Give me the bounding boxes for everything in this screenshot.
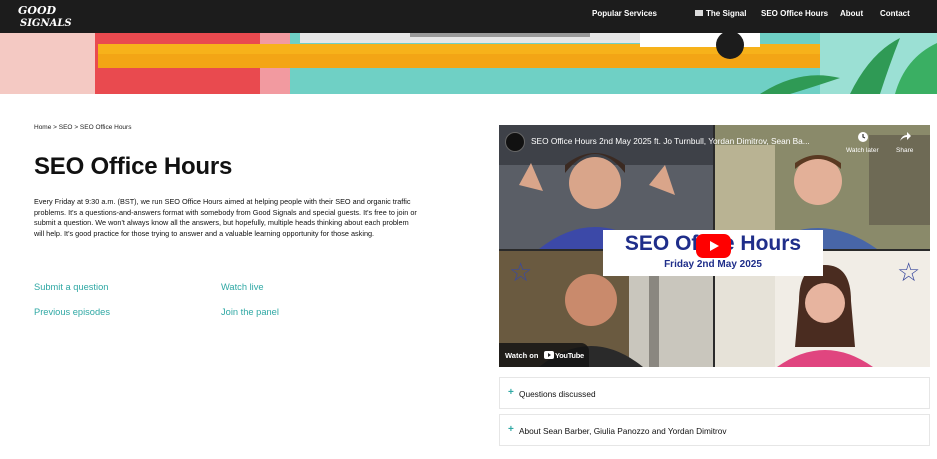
banner-date: Friday 2nd May 2025 bbox=[664, 259, 762, 270]
accordion-about-panel[interactable]: + About Sean Barber, Giulia Panozzo and … bbox=[499, 414, 930, 446]
hero-illustration bbox=[0, 33, 937, 94]
breadcrumb-home[interactable]: Home bbox=[34, 124, 51, 131]
svg-text:☆: ☆ bbox=[509, 258, 532, 288]
breadcrumb-current: SEO Office Hours bbox=[79, 124, 132, 131]
submit-question-link[interactable]: Submit a question bbox=[34, 282, 108, 292]
breadcrumb-seo[interactable]: SEO bbox=[59, 124, 73, 131]
plus-icon: + bbox=[508, 387, 514, 398]
top-nav-bar: GOOD SIGNALS Popular Services The Signal… bbox=[0, 0, 937, 33]
video-embed[interactable]: ☆ ☆ SEO Office Hours 2nd May 2025 ft. Jo… bbox=[499, 125, 930, 367]
accordion-label: About Sean Barber, Giulia Panozzo and Yo… bbox=[519, 426, 727, 436]
youtube-icon bbox=[544, 351, 554, 359]
play-icon bbox=[710, 241, 719, 251]
watch-later-button[interactable]: Watch later bbox=[846, 147, 879, 154]
svg-text:☆: ☆ bbox=[897, 258, 920, 288]
play-button[interactable] bbox=[696, 234, 731, 258]
nav-about[interactable]: About bbox=[840, 9, 863, 18]
nav-the-signal[interactable]: The Signal bbox=[695, 9, 746, 18]
nav-seo-office-hours[interactable]: SEO Office Hours bbox=[761, 9, 828, 18]
previous-episodes-link[interactable]: Previous episodes bbox=[34, 307, 110, 317]
plus-icon: + bbox=[508, 424, 514, 435]
channel-avatar[interactable] bbox=[505, 132, 525, 152]
nav-the-signal-label: The Signal bbox=[706, 9, 747, 18]
logo-text-2: SIGNALS bbox=[20, 18, 72, 29]
share-icon bbox=[900, 132, 911, 141]
nav-contact[interactable]: Contact bbox=[880, 9, 910, 18]
logo-text-1: GOOD bbox=[18, 4, 57, 17]
watch-on-youtube[interactable]: Watch on YouTube bbox=[499, 343, 589, 367]
breadcrumb-separator: > bbox=[53, 124, 57, 131]
breadcrumb: Home > SEO > SEO Office Hours bbox=[34, 124, 131, 131]
mail-icon bbox=[695, 9, 703, 16]
nav-popular-services[interactable]: Popular Services bbox=[592, 9, 657, 18]
video-title[interactable]: SEO Office Hours 2nd May 2025 ft. Jo Tur… bbox=[531, 136, 810, 146]
watch-on-label: Watch on bbox=[505, 351, 539, 360]
accordion-questions-discussed[interactable]: + Questions discussed bbox=[499, 377, 930, 409]
good-signals-logo[interactable]: GOOD SIGNALS bbox=[16, 3, 74, 29]
join-panel-link[interactable]: Join the panel bbox=[221, 307, 279, 317]
watch-live-link[interactable]: Watch live bbox=[221, 282, 264, 292]
hero-art bbox=[0, 33, 937, 94]
breadcrumb-separator: > bbox=[74, 124, 79, 131]
share-button[interactable]: Share bbox=[896, 147, 913, 154]
youtube-label: YouTube bbox=[555, 351, 584, 360]
intro-paragraph: Every Friday at 9:30 a.m. (BST), we run … bbox=[34, 197, 417, 238]
clock-icon bbox=[858, 132, 868, 142]
page-title: SEO Office Hours bbox=[34, 153, 233, 180]
accordion-label: Questions discussed bbox=[519, 389, 596, 399]
